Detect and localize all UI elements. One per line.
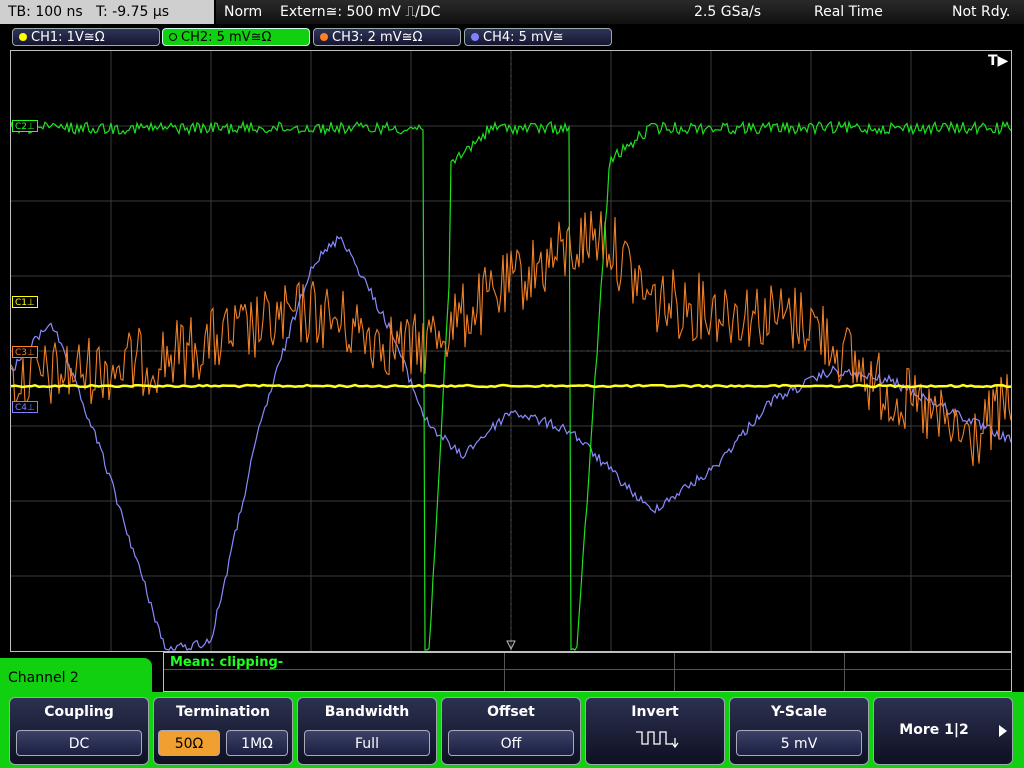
coupling-label: Coupling (44, 704, 114, 720)
measurement-divider (164, 669, 1011, 670)
chevron-right-icon (999, 725, 1007, 737)
ch2-label: CH2: 5 mV≅Ω (181, 30, 272, 45)
status-bar: TB: 100 ns T: -9.75 µs Norm Extern≅: 500… (0, 0, 1024, 24)
ch2-offset-marker[interactable]: C2⊥ (12, 120, 38, 132)
timebase-box[interactable]: TB: 100 ns T: -9.75 µs (0, 0, 214, 24)
bandwidth-value[interactable]: Full (304, 730, 430, 756)
trigger-indicator: T▶ (988, 53, 1009, 69)
offset-label: Offset (487, 704, 535, 720)
more-softkey[interactable]: More 1|2 (873, 697, 1013, 765)
acq-type: Real Time (814, 4, 883, 20)
ch1-label: CH1: 1V≅Ω (31, 30, 105, 45)
measurement-divider (674, 653, 675, 691)
ch3-dot-icon (320, 33, 328, 41)
channel-tab-ch2[interactable]: CH2: 5 mV≅Ω (162, 28, 310, 46)
menu-title: Channel 2 (0, 658, 152, 698)
ch4-label: CH4: 5 mV≅ (483, 30, 564, 45)
waveform-canvas (11, 51, 1011, 651)
coupling-value[interactable]: DC (16, 730, 142, 756)
ready-state: Not Rdy. (952, 4, 1011, 20)
channel-tab-ch4[interactable]: CH4: 5 mV≅ (464, 28, 612, 46)
ch1-dot-icon (19, 33, 27, 41)
bandwidth-label: Bandwidth (324, 704, 410, 720)
sample-rate: 2.5 GSa/s (694, 4, 762, 20)
measurement-divider (844, 653, 845, 691)
acq-mode[interactable]: Norm (224, 0, 262, 24)
invert-waveform-icon (636, 731, 679, 749)
termination-50-ohm-option[interactable]: 50Ω (158, 730, 220, 756)
invert-label: Invert (631, 704, 679, 720)
termination-1m-ohm-option[interactable]: 1MΩ (226, 730, 288, 756)
coupling-softkey[interactable]: Coupling DC (9, 697, 149, 765)
trigger-setting[interactable]: Extern≅: 500 mV ⎍/DC (280, 0, 440, 24)
offset-value[interactable]: Off (448, 730, 574, 756)
more-label: More 1|2 (899, 722, 969, 738)
invert-softkey[interactable]: Invert (585, 697, 725, 765)
timebase-readout: TB: 100 ns (8, 4, 83, 20)
y-scale-softkey[interactable]: Y-Scale 5 mV (729, 697, 869, 765)
ch4-offset-marker[interactable]: C4⊥ (12, 401, 38, 413)
measurement-divider (504, 653, 505, 691)
measurement-result: Mean: clipping- (170, 655, 284, 670)
termination-softkey[interactable]: Termination 50Ω 1MΩ (153, 697, 293, 765)
measurement-bar: Mean: clipping- (163, 652, 1012, 692)
graticule (11, 51, 1011, 651)
channel-tab-ch3[interactable]: CH3: 2 mV≅Ω (313, 28, 461, 46)
offset-softkey[interactable]: Offset Off (441, 697, 581, 765)
menu-title-text: Channel 2 (8, 670, 79, 686)
ch4-dot-icon (471, 33, 479, 41)
y-scale-value[interactable]: 5 mV (736, 730, 862, 756)
y-scale-label: Y-Scale (770, 704, 827, 720)
trigger-time-readout: T: -9.75 µs (96, 4, 170, 20)
bandwidth-softkey[interactable]: Bandwidth Full (297, 697, 437, 765)
ch1-trace (11, 383, 1011, 389)
ch3-label: CH3: 2 mV≅Ω (332, 30, 423, 45)
ch1-offset-marker[interactable]: C1⊥ (12, 296, 38, 308)
ch3-offset-marker[interactable]: C3⊥ (12, 346, 38, 358)
waveform-display[interactable] (10, 50, 1012, 652)
ch2-dot-icon (169, 33, 177, 41)
channel-tab-ch1[interactable]: CH1: 1V≅Ω (12, 28, 160, 46)
termination-label: Termination (176, 704, 270, 720)
